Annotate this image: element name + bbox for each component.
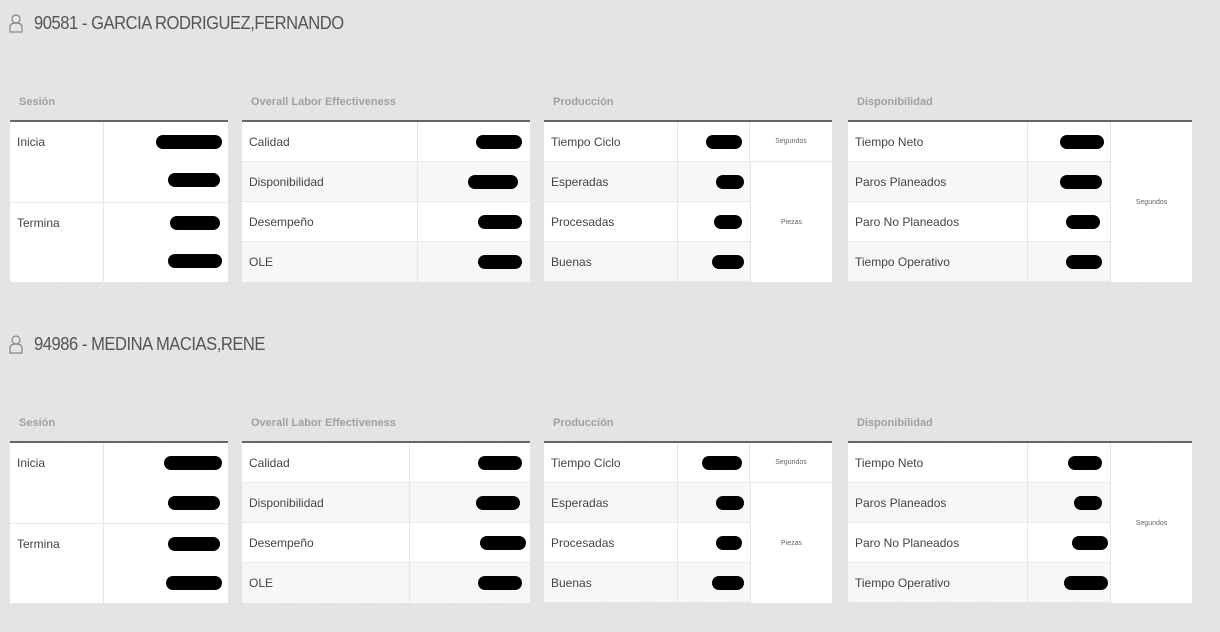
ole-row-label: OLE [242, 563, 410, 603]
ole-panel: Overall Labor Effectiveness Calidad Disp… [242, 405, 530, 603]
unit-label: Segundos [775, 459, 807, 466]
unit-label: Segundos [1110, 122, 1192, 282]
produccion-row-label: Procesadas [544, 202, 678, 241]
redaction-blob [1072, 536, 1108, 550]
redaction-blob [714, 215, 742, 229]
redaction-blob [476, 496, 520, 510]
termina-label: Termina [10, 524, 104, 563]
disponibilidad-panel: Disponibilidad Tiempo Neto Paros Planead… [848, 405, 1192, 603]
ole-row-label: OLE [242, 242, 418, 282]
redaction-blob [164, 456, 222, 470]
panel-header: Overall Labor Effectiveness [242, 405, 530, 443]
produccion-panel: Producción Tiempo Ciclo Segundos Esperada… [544, 405, 832, 603]
disponibilidad-row-label: Tiempo Neto [848, 122, 1028, 161]
redaction-blob [480, 536, 526, 550]
produccion-row-label: Esperadas [544, 162, 678, 201]
unit-label: Piezas [750, 162, 832, 282]
unit-label: Segundos [1110, 443, 1192, 603]
user-icon [8, 334, 24, 354]
redaction-blob [702, 456, 742, 470]
redaction-blob [1060, 175, 1102, 189]
inicia-label: Inicia [10, 443, 104, 483]
disponibilidad-row-label: Paros Planeados [848, 162, 1028, 201]
disponibilidad-row-label: Tiempo Operativo [848, 242, 1028, 281]
panel-header: Producción [544, 405, 832, 443]
redaction-blob [168, 254, 222, 268]
redaction-blob [168, 537, 220, 551]
ole-row-label: Desempeño [242, 202, 418, 241]
redaction-blob [1060, 135, 1104, 149]
produccion-row-label: Tiempo Ciclo [544, 122, 678, 161]
disponibilidad-row-label: Paros Planeados [848, 483, 1028, 522]
redaction-blob [1068, 456, 1102, 470]
ole-row-label: Desempeño [242, 523, 410, 562]
redaction-blob [1064, 576, 1108, 590]
redaction-blob [712, 576, 744, 590]
panel-header: Overall Labor Effectiveness [242, 84, 530, 122]
disponibilidad-row-label: Paro No Planeados [848, 202, 1028, 241]
produccion-row-label: Esperadas [544, 483, 678, 522]
redaction-blob [478, 215, 522, 229]
produccion-row-label: Procesadas [544, 523, 678, 562]
unit-label: Segundos [775, 138, 807, 145]
redaction-blob [706, 135, 742, 149]
redaction-blob [168, 496, 220, 510]
redaction-blob [716, 175, 744, 189]
produccion-row-label: Buenas [544, 242, 678, 281]
sesion-panel: Sesión Inicia Termina [10, 84, 228, 282]
redaction-blob [476, 135, 522, 149]
redaction-blob [712, 255, 744, 269]
redaction-blob [156, 135, 222, 149]
panel-header: Sesión [10, 405, 228, 443]
disponibilidad-row-label: Tiempo Neto [848, 443, 1028, 482]
disponibilidad-row-label: Tiempo Operativo [848, 563, 1028, 602]
ole-row-label: Disponibilidad [242, 483, 410, 522]
user-icon [8, 13, 24, 33]
redaction-blob [478, 576, 522, 590]
panel-header: Disponibilidad [848, 405, 1192, 443]
operator-title: 94986 - MEDINA MACIAS,RENE [34, 333, 266, 354]
operator-section: 94986 - MEDINA MACIAS,RENE Sesión Inicia… [0, 321, 1220, 621]
operator-title: 90581 - GARCIA RODRIGUEZ,FERNANDO [34, 12, 344, 33]
inicia-label: Inicia [10, 122, 104, 162]
ole-row-label: Calidad [242, 122, 418, 161]
redaction-blob [1074, 496, 1102, 510]
redaction-blob [478, 255, 522, 269]
produccion-row-label: Buenas [544, 563, 678, 602]
redaction-blob [478, 456, 522, 470]
termina-label: Termina [10, 203, 104, 242]
ole-row-label: Disponibilidad [242, 162, 418, 201]
produccion-panel: Producción Tiempo Ciclo Segundos Esperada… [544, 84, 832, 282]
produccion-row-label: Tiempo Ciclo [544, 443, 678, 482]
panel-header: Disponibilidad [848, 84, 1192, 122]
panel-header: Sesión [10, 84, 228, 122]
redaction-blob [170, 216, 220, 230]
operator-section: 90581 - GARCIA RODRIGUEZ,FERNANDO Sesión… [0, 0, 1220, 300]
ole-panel: Overall Labor Effectiveness Calidad Disp… [242, 84, 530, 282]
redaction-blob [1066, 215, 1100, 229]
panel-header: Producción [544, 84, 832, 122]
disponibilidad-row-label: Paro No Planeados [848, 523, 1028, 562]
redaction-blob [168, 173, 220, 187]
sesion-panel: Sesión Inicia Termina [10, 405, 228, 603]
redaction-blob [166, 576, 222, 590]
redaction-blob [1066, 255, 1102, 269]
redaction-blob [716, 536, 742, 550]
operator-header: 94986 - MEDINA MACIAS,RENE [8, 329, 285, 359]
disponibilidad-panel: Disponibilidad Tiempo Neto Paros Planead… [848, 84, 1192, 282]
redaction-blob [468, 175, 518, 189]
unit-label: Piezas [750, 483, 832, 603]
operator-header: 90581 - GARCIA RODRIGUEZ,FERNANDO [8, 8, 371, 38]
redaction-blob [716, 496, 744, 510]
ole-row-label: Calidad [242, 443, 410, 482]
